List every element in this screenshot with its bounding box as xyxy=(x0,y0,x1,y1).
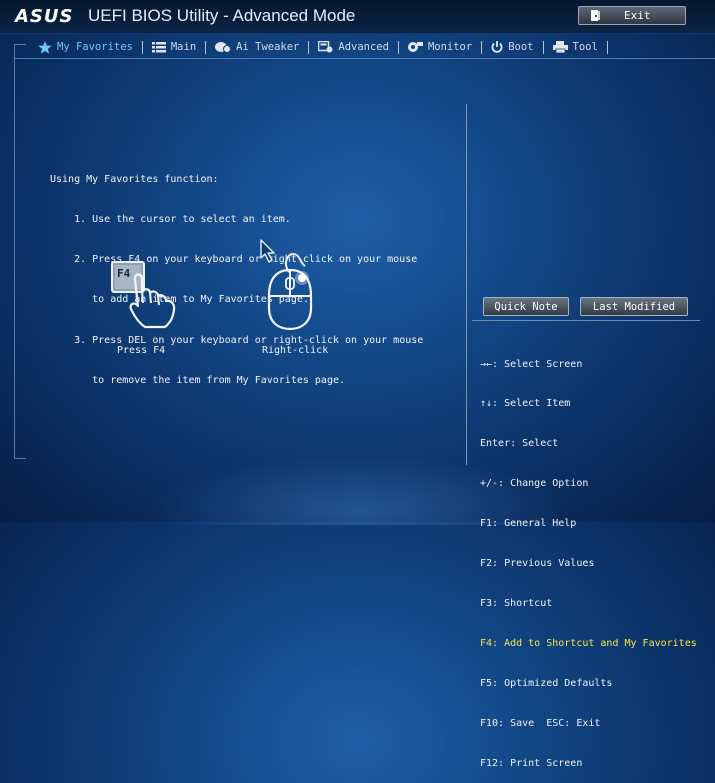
monitor-icon xyxy=(407,42,423,52)
help-line: F5: Optimized Defaults xyxy=(480,677,613,689)
tab-separator xyxy=(141,40,143,54)
cursor-arrow-icon xyxy=(260,239,275,263)
help-line: F10: Save ESC: Exit xyxy=(480,717,601,729)
f4-key-label: F4 xyxy=(117,267,131,280)
last-modified-button[interactable]: Last Modified xyxy=(580,297,688,316)
tab-tool[interactable]: Tool xyxy=(552,41,598,53)
mouse-illustration xyxy=(260,239,313,331)
right-panel-divider xyxy=(466,104,467,465)
exit-button[interactable]: Exit xyxy=(578,6,686,25)
printer-icon xyxy=(552,41,568,53)
tab-separator xyxy=(308,40,310,54)
instructions-title: Using My Favorites function: xyxy=(50,173,219,185)
tab-frame-line xyxy=(14,58,715,59)
star-icon xyxy=(38,40,52,54)
press-key-illustration: F4 xyxy=(111,261,176,329)
tab-main[interactable]: Main xyxy=(151,41,196,53)
help-line: F1: General Help xyxy=(480,518,577,530)
advanced-icon xyxy=(318,41,333,53)
tweaker-icon xyxy=(215,42,232,53)
right-click-caption: Right-click xyxy=(262,345,329,356)
exit-label: Exit xyxy=(624,9,651,22)
list-icon xyxy=(151,41,166,52)
help-line: F2: Previous Values xyxy=(480,558,595,570)
help-line: F3: Shortcut xyxy=(480,597,553,609)
help-line: ↑↓: Select Item xyxy=(480,398,571,410)
quick-note-button[interactable]: Quick Note xyxy=(483,297,569,316)
tab-frame-left xyxy=(14,44,15,458)
tab-separator xyxy=(481,40,483,54)
hotkey-help: →←: Select Screen ↑↓: Select Item Enter:… xyxy=(480,331,697,783)
help-divider xyxy=(472,320,700,321)
exit-door-icon xyxy=(591,10,600,21)
help-line: F12: Print Screen xyxy=(480,757,583,769)
asus-logo: ASUS xyxy=(15,6,74,27)
instruction-line: 1. Use the cursor to select an item. xyxy=(50,214,291,226)
tab-frame-tick xyxy=(14,44,26,45)
help-line-highlighted: F4: Add to Shortcut and My Favorites xyxy=(480,637,697,649)
tab-advanced[interactable]: Advanced xyxy=(318,41,389,53)
tab-separator xyxy=(606,40,608,54)
instruction-line: 3. Press DEL on your keyboard or right-c… xyxy=(50,334,424,346)
tab-bar: My Favorites Main Ai Tweaker Advanced Mo… xyxy=(38,37,617,57)
tab-monitor[interactable]: Monitor xyxy=(407,41,472,53)
help-line: +/-: Change Option xyxy=(480,478,589,490)
help-line: →←: Select Screen xyxy=(480,358,583,370)
press-f4-caption: Press F4 xyxy=(117,345,166,356)
tab-boot[interactable]: Boot xyxy=(491,41,534,53)
instruction-line: to remove the item from My Favorites pag… xyxy=(50,374,346,386)
tab-my-favorites[interactable]: My Favorites xyxy=(38,40,133,54)
app-title: UEFI BIOS Utility - Advanced Mode xyxy=(88,6,356,25)
tab-separator xyxy=(205,40,207,54)
help-line: Enter: Select xyxy=(480,438,559,450)
tab-ai-tweaker[interactable]: Ai Tweaker xyxy=(215,41,299,53)
power-icon xyxy=(491,41,503,53)
title-bar: ASUS UEFI BIOS Utility - Advanced Mode E… xyxy=(0,0,715,34)
frame-bottom-tick xyxy=(14,458,26,459)
tab-separator xyxy=(542,40,544,54)
tab-separator xyxy=(397,40,399,54)
